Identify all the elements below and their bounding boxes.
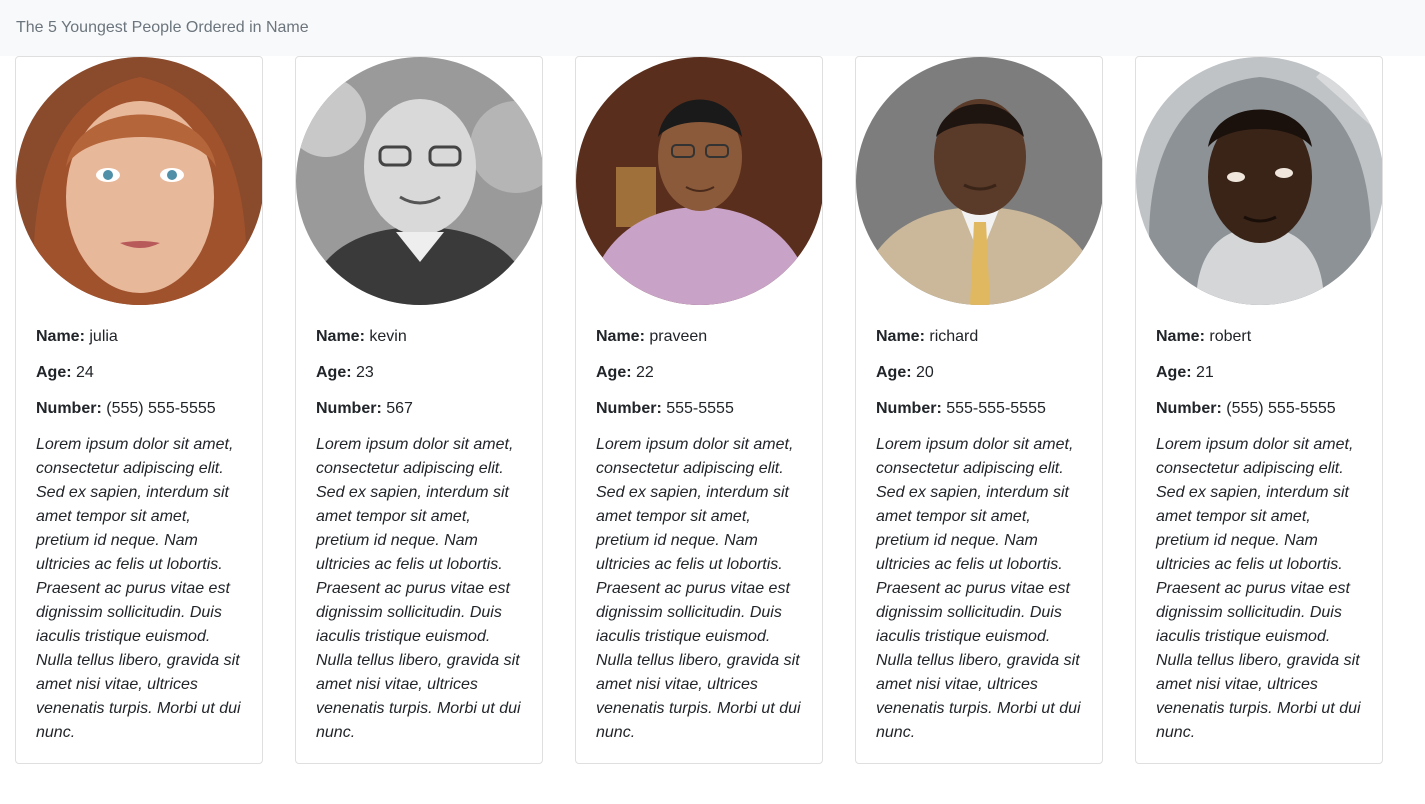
name-field: Name: robert	[1156, 325, 1368, 349]
avatar-praveen	[576, 57, 822, 305]
name-field: Name: praveen	[596, 325, 808, 349]
age-field: Age: 21	[1156, 361, 1368, 385]
card-body: Name: kevin Age: 23 Number: 567 Lorem ip…	[316, 325, 528, 745]
name-label: Name:	[36, 328, 85, 345]
page-title: The 5 Youngest People Ordered in Name	[16, 19, 309, 36]
age-label: Age:	[876, 364, 912, 381]
person-card-praveen: Name: praveen Age: 22 Number: 555-5555 L…	[575, 56, 823, 764]
name-field: Name: richard	[876, 325, 1088, 349]
age-value: 21	[1196, 364, 1214, 381]
number-field: Number: (555) 555-5555	[1156, 397, 1368, 421]
number-value: 555-5555	[666, 400, 734, 417]
name-value: richard	[929, 328, 979, 345]
age-value: 23	[356, 364, 374, 381]
page-header: The 5 Youngest People Ordered in Name	[0, 0, 1425, 56]
person-card-kevin: Name: kevin Age: 23 Number: 567 Lorem ip…	[295, 56, 543, 764]
name-value: robert	[1209, 328, 1252, 345]
number-label: Number:	[36, 400, 102, 417]
avatar-robert	[1136, 57, 1382, 305]
age-field: Age: 22	[596, 361, 808, 385]
number-value: 567	[386, 400, 413, 417]
age-value: 20	[916, 364, 934, 381]
number-value: 555-555-5555	[946, 400, 1046, 417]
number-field: Number: 555-5555	[596, 397, 808, 421]
bio-text: Lorem ipsum dolor sit amet, consectetur …	[596, 436, 801, 741]
avatar-richard	[856, 57, 1102, 305]
age-field: Age: 24	[36, 361, 248, 385]
name-label: Name:	[1156, 328, 1205, 345]
avatar-julia	[16, 57, 262, 305]
age-label: Age:	[1156, 364, 1192, 381]
name-field: Name: kevin	[316, 325, 528, 349]
number-field: Number: (555) 555-5555	[36, 397, 248, 421]
number-field: Number: 555-555-5555	[876, 397, 1088, 421]
age-label: Age:	[316, 364, 352, 381]
number-label: Number:	[1156, 400, 1222, 417]
person-card-julia: Name: julia Age: 24 Number: (555) 555-55…	[15, 56, 263, 764]
card-body: Name: julia Age: 24 Number: (555) 555-55…	[36, 325, 248, 745]
bio-text: Lorem ipsum dolor sit amet, consectetur …	[1156, 436, 1361, 741]
age-value: 24	[76, 364, 94, 381]
number-label: Number:	[596, 400, 662, 417]
name-label: Name:	[316, 328, 365, 345]
name-label: Name:	[596, 328, 645, 345]
number-value: (555) 555-5555	[106, 400, 216, 417]
age-label: Age:	[596, 364, 632, 381]
card-body: Name: robert Age: 21 Number: (555) 555-5…	[1156, 325, 1368, 745]
name-field: Name: julia	[36, 325, 248, 349]
number-label: Number:	[316, 400, 382, 417]
person-card-robert: Name: robert Age: 21 Number: (555) 555-5…	[1135, 56, 1383, 764]
name-value: kevin	[369, 328, 407, 345]
bio-text: Lorem ipsum dolor sit amet, consectetur …	[36, 436, 241, 741]
card-body: Name: praveen Age: 22 Number: 555-5555 L…	[596, 325, 808, 745]
bio-text: Lorem ipsum dolor sit amet, consectetur …	[316, 436, 521, 741]
person-card-richard: Name: richard Age: 20 Number: 555-555-55…	[855, 56, 1103, 764]
name-value: julia	[89, 328, 118, 345]
age-label: Age:	[36, 364, 72, 381]
age-field: Age: 23	[316, 361, 528, 385]
age-field: Age: 20	[876, 361, 1088, 385]
name-label: Name:	[876, 328, 925, 345]
number-value: (555) 555-5555	[1226, 400, 1336, 417]
avatar-kevin	[296, 57, 542, 305]
name-value: praveen	[649, 328, 708, 345]
number-field: Number: 567	[316, 397, 528, 421]
bio-text: Lorem ipsum dolor sit amet, consectetur …	[876, 436, 1081, 741]
number-label: Number:	[876, 400, 942, 417]
card-body: Name: richard Age: 20 Number: 555-555-55…	[876, 325, 1088, 745]
age-value: 22	[636, 364, 654, 381]
